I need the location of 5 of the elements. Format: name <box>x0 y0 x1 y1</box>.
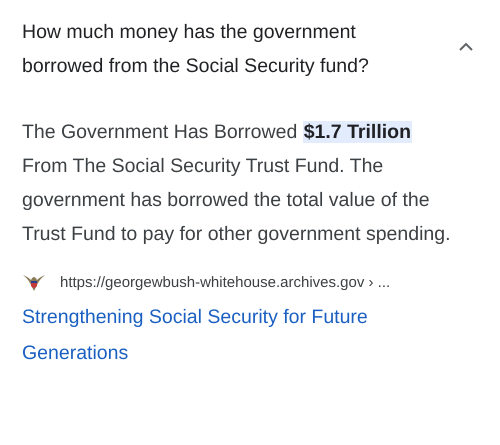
question-text[interactable]: How much money has the government borrowed from the Social Security fund? <box>22 15 442 83</box>
answer-paragraph: The Government Has Borrowed $1.7 Trillion From The Social Security Trust Fund. The government has borrowed the total value of the Trust Fund to pay for other government spending. <box>22 120 452 247</box>
result-link[interactable]: Strengthening Social Security for Future Generations <box>22 299 442 371</box>
chevron-icon[interactable] <box>458 42 474 52</box>
source-url: https://georgewbush-whitehouse.archives.gov › ... <box>60 274 390 290</box>
